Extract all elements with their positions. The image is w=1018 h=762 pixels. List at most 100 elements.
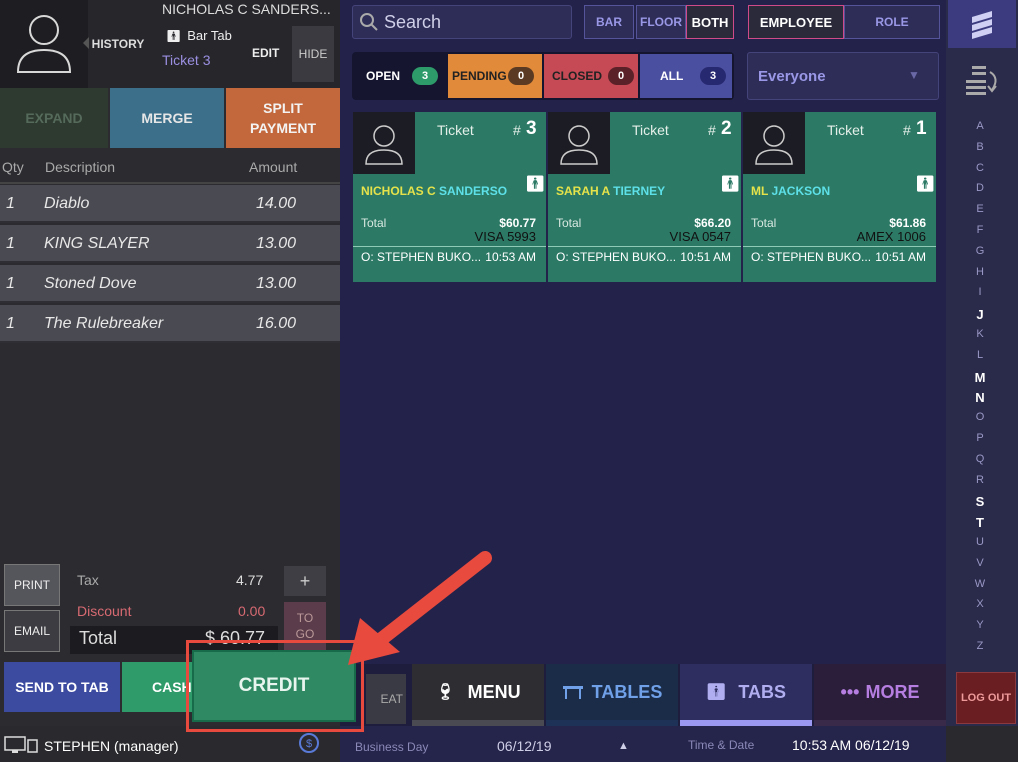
app-logo[interactable] [948,0,1016,48]
hash-sign: # [903,122,911,138]
alphabet-letter-k[interactable]: K [960,328,1000,340]
row-amount: 14.00 [256,195,297,212]
alphabet-letter-r[interactable]: R [960,474,1000,486]
alphabet-letter-o[interactable]: O [960,411,1000,423]
alphabet-letter-v[interactable]: V [960,557,1000,569]
first-name: ML [751,184,769,198]
alphabet-letter-h[interactable]: H [960,266,1000,278]
ticket-card[interactable]: Ticket # 2 SARAH A TIERNEY 🚹︎ Total $66.… [548,112,741,282]
order-row[interactable]: 1 KING SLAYER 13.00 [0,225,340,263]
business-day-label: Business Day [355,740,429,754]
menu-swap-button[interactable] [948,54,1016,102]
ticket-time: 10:51 AM [680,250,731,264]
order-row[interactable]: 1 Diablo 14.00 [0,185,340,223]
row-qty: 1 [6,235,15,252]
order-row[interactable]: 1 The Rulebreaker 16.00 [0,305,340,343]
filter-both[interactable]: BOTH [686,5,734,39]
status-pending[interactable]: PENDING 0 [448,54,542,98]
alphabet-letter-b[interactable]: B [960,141,1000,153]
header-description: Description [45,159,116,175]
person-icon: 🚹︎ [525,176,546,193]
alphabet-letter-c[interactable]: C [960,162,1000,174]
alphabet-letter-n[interactable]: N [960,390,1000,405]
alphabet-letter-g[interactable]: G [960,245,1000,257]
order-row[interactable]: 1 Stoned Dove 13.00 [0,265,340,303]
filter-employee[interactable]: EMPLOYEE [748,5,844,39]
status-pending-count: 0 [508,67,534,85]
person-icon: 🚹︎ [720,176,741,193]
ticket-total-label: Total [751,216,777,230]
chevron-left-icon [83,37,89,49]
nav-more-tab[interactable]: ••• MORE [814,664,946,726]
wine-glass-icon: 🍷︎ [435,684,456,701]
alphabet-letter-f[interactable]: F [960,224,1000,236]
alphabet-letter-w[interactable]: W [960,578,1000,590]
alphabet-letter-a[interactable]: A [960,120,1000,132]
alphabet-letter-e[interactable]: E [960,203,1000,215]
alphabet-letter-i[interactable]: I [960,286,1000,298]
nav-menu-label: MENU [467,681,521,702]
alphabet-letter-d[interactable]: D [960,182,1000,194]
status-all-label: ALL [660,69,684,83]
time-date-label: Time & Date [688,738,755,752]
sync-icon[interactable]: $ [296,730,322,756]
ticket-customer-name: ML JACKSON [751,184,830,198]
hide-button[interactable]: HIDE [292,26,334,82]
tax-label: Tax [77,572,99,588]
ticket-card[interactable]: Ticket # 1 ML JACKSON 🚹︎ Total $61.86 AM… [743,112,936,282]
nav-menu-tab[interactable]: 🍷︎ MENU [412,664,544,726]
status-all[interactable]: ALL 3 [640,54,732,98]
discount-label[interactable]: Discount [77,603,131,619]
alphabet-letter-j[interactable]: J [960,307,1000,322]
add-button[interactable]: + [284,566,326,596]
print-button[interactable]: PRINT [4,564,60,606]
cash-button[interactable]: CASH [122,662,192,712]
ticket-customer-name: SARAH A TIERNEY [556,184,665,198]
ticket-card[interactable]: Ticket # 3 NICHOLAS C SANDERSO 🚹︎ Total … [353,112,546,282]
alphabet-letter-l[interactable]: L [960,349,1000,361]
card-divider [548,246,741,247]
status-open[interactable]: OPEN 3 [354,54,446,98]
current-user: STEPHEN (manager) [44,738,179,754]
edit-button[interactable]: EDIT [252,46,279,60]
customer-avatar[interactable] [0,0,88,88]
ticket-total: $61.86 [889,216,926,230]
alphabet-letter-t[interactable]: T [960,515,1000,530]
row-qty: 1 [6,195,15,212]
togo-line1: TO [296,611,314,625]
alphabet-letter-p[interactable]: P [960,432,1000,444]
person-silhouette-icon [560,125,598,165]
status-closed[interactable]: CLOSED 0 [544,54,638,98]
nav-tables-tab[interactable]: TABLES [546,664,678,726]
alphabet-letter-m[interactable]: M [960,370,1000,385]
row-amount: 13.00 [256,235,297,252]
nav-tabs-tab[interactable]: 🚹︎ TABS [680,664,812,726]
repeat-button[interactable]: EAT [366,674,406,724]
alphabet-letter-s[interactable]: S [960,494,1000,509]
expand-button[interactable]: EXPAND [0,88,108,148]
alphabet-letter-u[interactable]: U [960,536,1000,548]
alphabet-letter-z[interactable]: Z [960,640,1000,652]
logout-button[interactable]: LOG OUT [956,672,1016,724]
history-button[interactable]: HISTORY [88,0,148,88]
alphabet-letter-q[interactable]: Q [960,453,1000,465]
email-button[interactable]: EMAIL [4,610,60,652]
person-icon: 🚹︎ [915,176,936,193]
merge-button[interactable]: MERGE [110,88,224,148]
split-payment-button[interactable]: SPLIT PAYMENT [226,88,340,148]
row-description: Stoned Dove [44,275,137,292]
hash-sign: # [708,122,716,138]
discount-value: 0.00 [238,603,266,619]
filter-floor[interactable]: FLOOR [636,5,686,39]
caret-up-icon[interactable]: ▲ [618,740,629,752]
ticket-number: 1 [916,118,927,139]
business-day-value[interactable]: 06/12/19 [497,738,552,754]
tab-type-label: Bar Tab [187,28,232,43]
filter-bar[interactable]: BAR [584,5,634,39]
ticket-number: 3 [526,118,537,139]
alphabet-letter-y[interactable]: Y [960,619,1000,631]
filter-role[interactable]: ROLE [844,5,940,39]
send-to-tab-button[interactable]: SEND TO TAB [4,662,120,712]
ticket-customer-name: NICHOLAS C SANDERSO [361,184,507,198]
alphabet-letter-x[interactable]: X [960,598,1000,610]
